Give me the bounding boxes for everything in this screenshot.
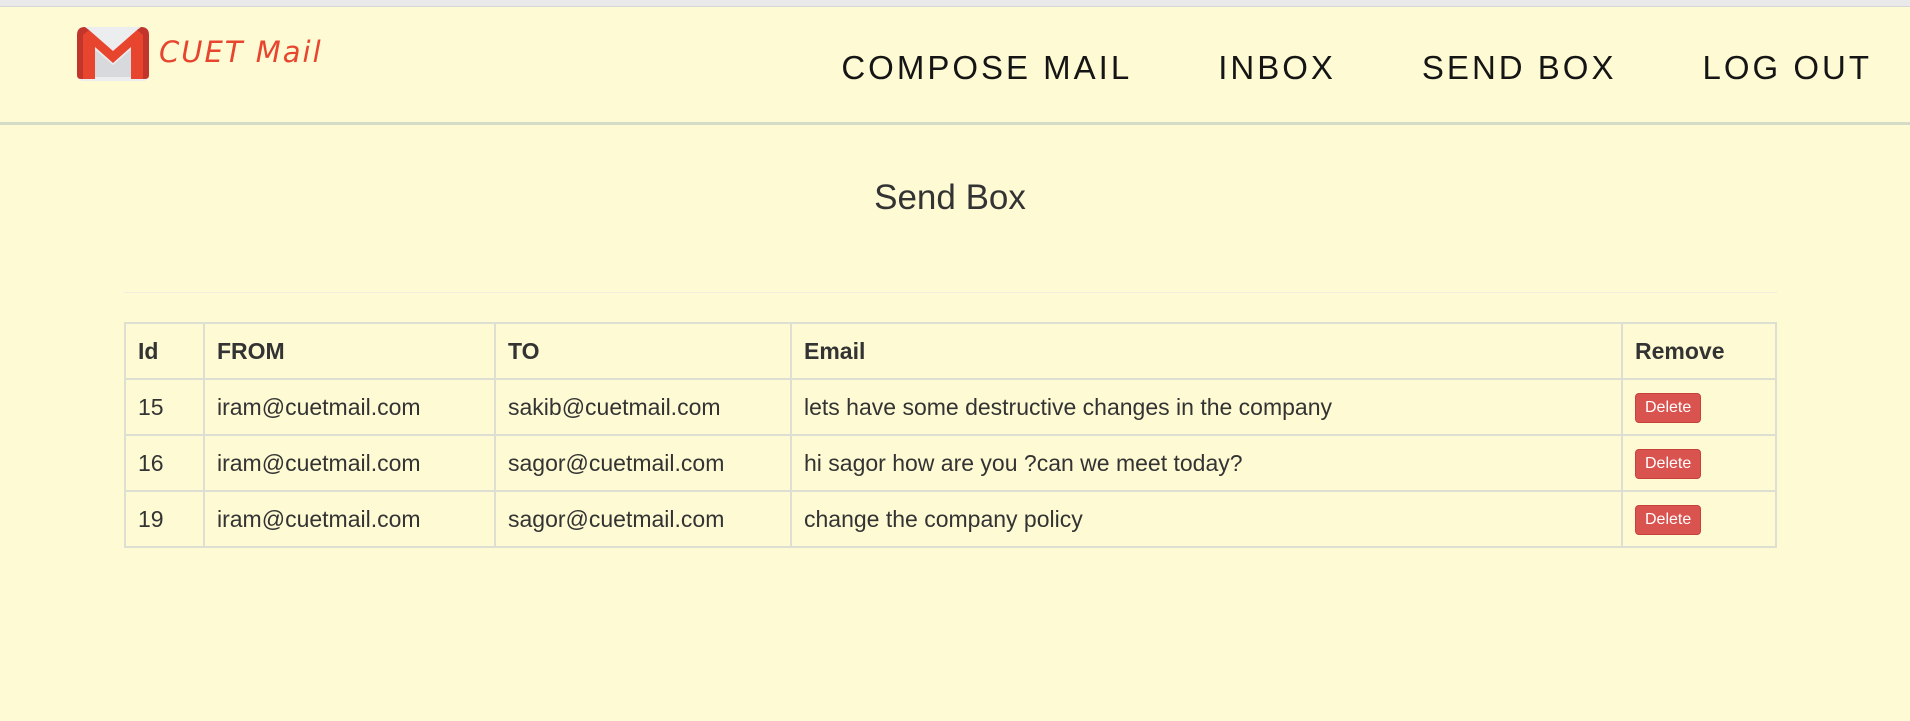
brand-logo[interactable]: CUET Mail <box>75 25 323 83</box>
gmail-m-icon <box>77 27 149 81</box>
main-nav: COMPOSE MAIL INBOX SEND BOX LOG OUT <box>841 49 1872 87</box>
table-row: 19 iram@cuetmail.com sagor@cuetmail.com … <box>124 490 1777 548</box>
navbar: CUET Mail COMPOSE MAIL INBOX SEND BOX LO… <box>0 7 1910 125</box>
delete-button[interactable]: Delete <box>1635 449 1702 479</box>
table-row: 16 iram@cuetmail.com sagor@cuetmail.com … <box>124 434 1777 492</box>
cell-to: sagor@cuetmail.com <box>494 434 792 492</box>
delete-button[interactable]: Delete <box>1635 505 1702 535</box>
header-to: TO <box>494 322 792 380</box>
cell-remove: Delete <box>1621 490 1777 548</box>
header-remove: Remove <box>1621 322 1777 380</box>
cell-email: lets have some destructive changes in th… <box>790 378 1623 436</box>
cell-from: iram@cuetmail.com <box>203 378 496 436</box>
cell-email: hi sagor how are you ?can we meet today? <box>790 434 1623 492</box>
table-header-row: Id FROM TO Email Remove <box>124 322 1777 380</box>
nav-compose-mail[interactable]: COMPOSE MAIL <box>841 49 1132 87</box>
cell-to: sakib@cuetmail.com <box>494 378 792 436</box>
brand-name: CUET Mail <box>159 35 323 69</box>
browser-top-strip <box>0 0 1910 7</box>
nav-send-box[interactable]: SEND BOX <box>1422 49 1617 87</box>
cell-to: sagor@cuetmail.com <box>494 490 792 548</box>
page-title: Send Box <box>874 178 1026 217</box>
cell-id: 15 <box>124 378 205 436</box>
cell-from: iram@cuetmail.com <box>203 490 496 548</box>
nav-log-out[interactable]: LOG OUT <box>1702 49 1872 87</box>
sent-mail-table: Id FROM TO Email Remove 15 iram@cuetmail… <box>124 322 1777 548</box>
header-from: FROM <box>203 322 496 380</box>
cell-id: 16 <box>124 434 205 492</box>
table-row: 15 iram@cuetmail.com sakib@cuetmail.com … <box>124 378 1777 436</box>
cell-remove: Delete <box>1621 434 1777 492</box>
nav-inbox[interactable]: INBOX <box>1218 49 1336 87</box>
cell-remove: Delete <box>1621 378 1777 436</box>
header-id: Id <box>124 322 205 380</box>
cell-from: iram@cuetmail.com <box>203 434 496 492</box>
header-email: Email <box>790 322 1623 380</box>
delete-button[interactable]: Delete <box>1635 393 1702 423</box>
divider <box>124 292 1777 293</box>
cell-email: change the company policy <box>790 490 1623 548</box>
cell-id: 19 <box>124 490 205 548</box>
